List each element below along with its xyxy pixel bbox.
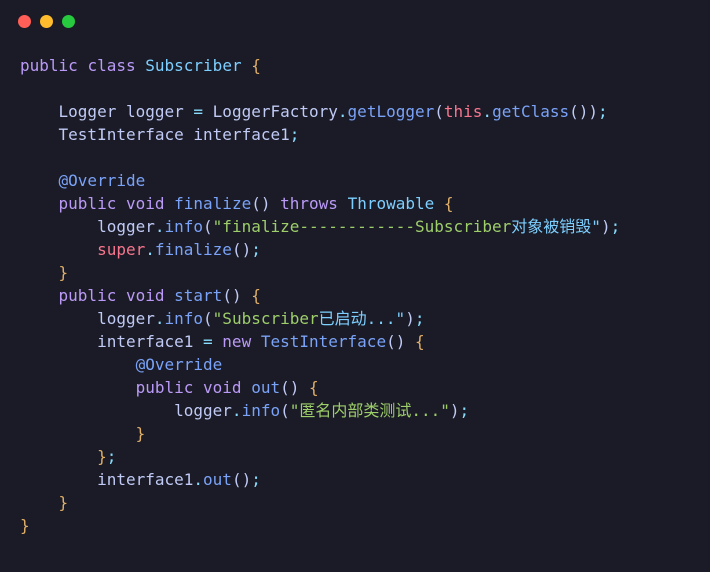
class-name: Subscriber (145, 56, 241, 75)
method-name: finalize (174, 194, 251, 213)
string-literal: 已启动..." (319, 309, 406, 328)
method-call: out (203, 470, 232, 489)
method-name: out (251, 378, 280, 397)
keyword-class: class (87, 56, 135, 75)
keyword-throws: throws (280, 194, 338, 213)
annotation: @Override (59, 171, 146, 190)
window-titlebar (0, 0, 710, 42)
keyword-new: new (222, 332, 251, 351)
annotation: @Override (136, 355, 223, 374)
identifier: interface1 (97, 470, 193, 489)
method-call: getLogger (348, 102, 435, 121)
code-editor[interactable]: public class Subscriber { Logger logger … (0, 42, 710, 557)
type: Throwable (348, 194, 435, 213)
keyword-public: public (136, 378, 194, 397)
maximize-icon[interactable] (62, 15, 75, 28)
type: Logger (59, 102, 117, 121)
keyword-super: super (97, 240, 145, 259)
identifier: LoggerFactory (213, 102, 338, 121)
keyword-void: void (126, 286, 165, 305)
close-icon[interactable] (18, 15, 31, 28)
method-call: info (165, 217, 204, 236)
string-literal: "匿名内部类测试..." (290, 401, 450, 420)
keyword-void: void (203, 378, 242, 397)
minimize-icon[interactable] (40, 15, 53, 28)
method-call: info (165, 309, 204, 328)
identifier: logger (126, 102, 184, 121)
method-call: getClass (492, 102, 569, 121)
method-name: start (174, 286, 222, 305)
identifier: logger (97, 217, 155, 236)
identifier: logger (97, 309, 155, 328)
string-literal: "finalize------------Subscriber (213, 217, 512, 236)
identifier: interface1 (97, 332, 193, 351)
brace: { (251, 56, 261, 75)
keyword-public: public (20, 56, 78, 75)
method-call: finalize (155, 240, 232, 259)
type: TestInterface (59, 125, 184, 144)
string-literal: 对象被销毁" (511, 217, 601, 236)
method-call: info (242, 401, 281, 420)
keyword-this: this (444, 102, 483, 121)
keyword-public: public (59, 286, 117, 305)
keyword-void: void (126, 194, 165, 213)
string-literal: "Subscriber (213, 309, 319, 328)
type: TestInterface (261, 332, 386, 351)
keyword-public: public (59, 194, 117, 213)
identifier: logger (174, 401, 232, 420)
identifier: interface1 (193, 125, 289, 144)
